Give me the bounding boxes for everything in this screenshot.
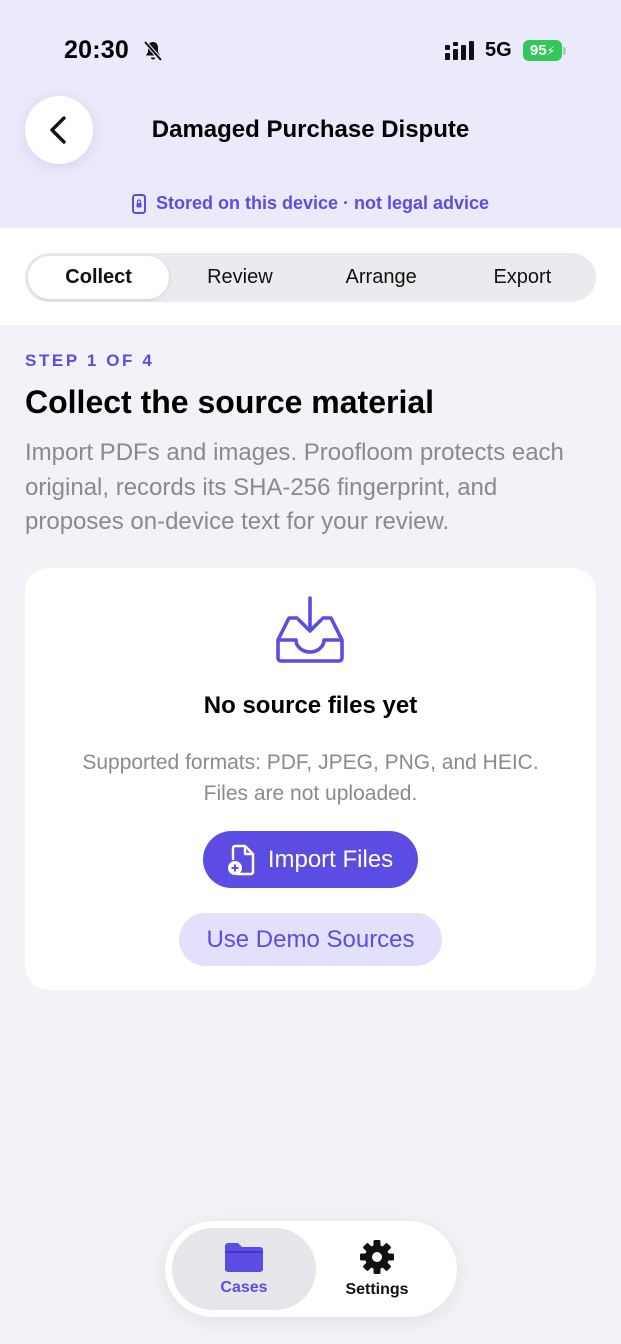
use-demo-sources-button[interactable]: Use Demo Sources xyxy=(179,913,442,966)
tab-collect[interactable]: Collect xyxy=(28,256,170,299)
tab-bar: Cases Settings xyxy=(165,1221,457,1317)
step-description: Import PDFs and images. Proofloom protec… xyxy=(25,439,564,535)
device-notice-text: Stored on this device · not legal advice xyxy=(155,193,490,213)
status-bar: 20:30 5G 95 ⚡ xyxy=(0,0,621,100)
step-heading: Collect the source material xyxy=(25,384,435,420)
empty-state-title: No source files yet xyxy=(203,692,418,719)
header: 20:30 5G 95 ⚡ Damaged Purchase Dispute S… xyxy=(0,0,621,228)
battery-tip xyxy=(563,47,566,55)
folder-icon xyxy=(225,1243,263,1272)
tabbar-item-cases[interactable]: Cases xyxy=(172,1228,316,1310)
tab-review[interactable]: Review xyxy=(169,256,310,299)
document-add-icon xyxy=(227,844,255,875)
step-tabs-container: Collect Review Arrange Export xyxy=(0,228,621,325)
battery-icon: 95 ⚡ xyxy=(523,40,562,61)
network-label: 5G xyxy=(485,39,512,61)
tabbar-item-cases-label: Cases xyxy=(220,1279,268,1296)
signal-icon xyxy=(445,41,474,60)
tab-export[interactable]: Export xyxy=(452,256,593,299)
tab-arrange[interactable]: Arrange xyxy=(311,256,452,299)
empty-state-description: Supported formats: PDF, JPEG, PNG, and H… xyxy=(25,747,596,809)
tabbar-item-settings[interactable]: Settings xyxy=(305,1228,449,1310)
tray-download-icon xyxy=(276,596,344,663)
device-notice: Stored on this device · not legal advice xyxy=(0,193,621,214)
bell-slash-icon xyxy=(143,40,163,62)
empty-state-description-line-1: Supported formats: PDF, JPEG, PNG, and H… xyxy=(82,751,539,774)
battery-level: 95 xyxy=(529,42,547,59)
import-files-label: Import Files xyxy=(267,845,394,873)
page-title: Damaged Purchase Dispute xyxy=(151,116,470,143)
charging-bolt: ⚡ xyxy=(546,43,556,58)
step-label: STEP 1 OF 4 xyxy=(25,351,155,370)
tabbar-item-settings-label: Settings xyxy=(345,1281,409,1298)
empty-state-card: No source files yet Supported formats: P… xyxy=(25,568,596,990)
gear-icon xyxy=(360,1240,394,1274)
import-files-button[interactable]: Import Files xyxy=(203,831,418,888)
empty-state-description-line-2: Files are not uploaded. xyxy=(203,782,418,805)
step-tabs: Collect Review Arrange Export xyxy=(25,253,596,302)
status-time: 20:30 xyxy=(64,36,129,64)
phone-lock-icon xyxy=(131,193,146,214)
